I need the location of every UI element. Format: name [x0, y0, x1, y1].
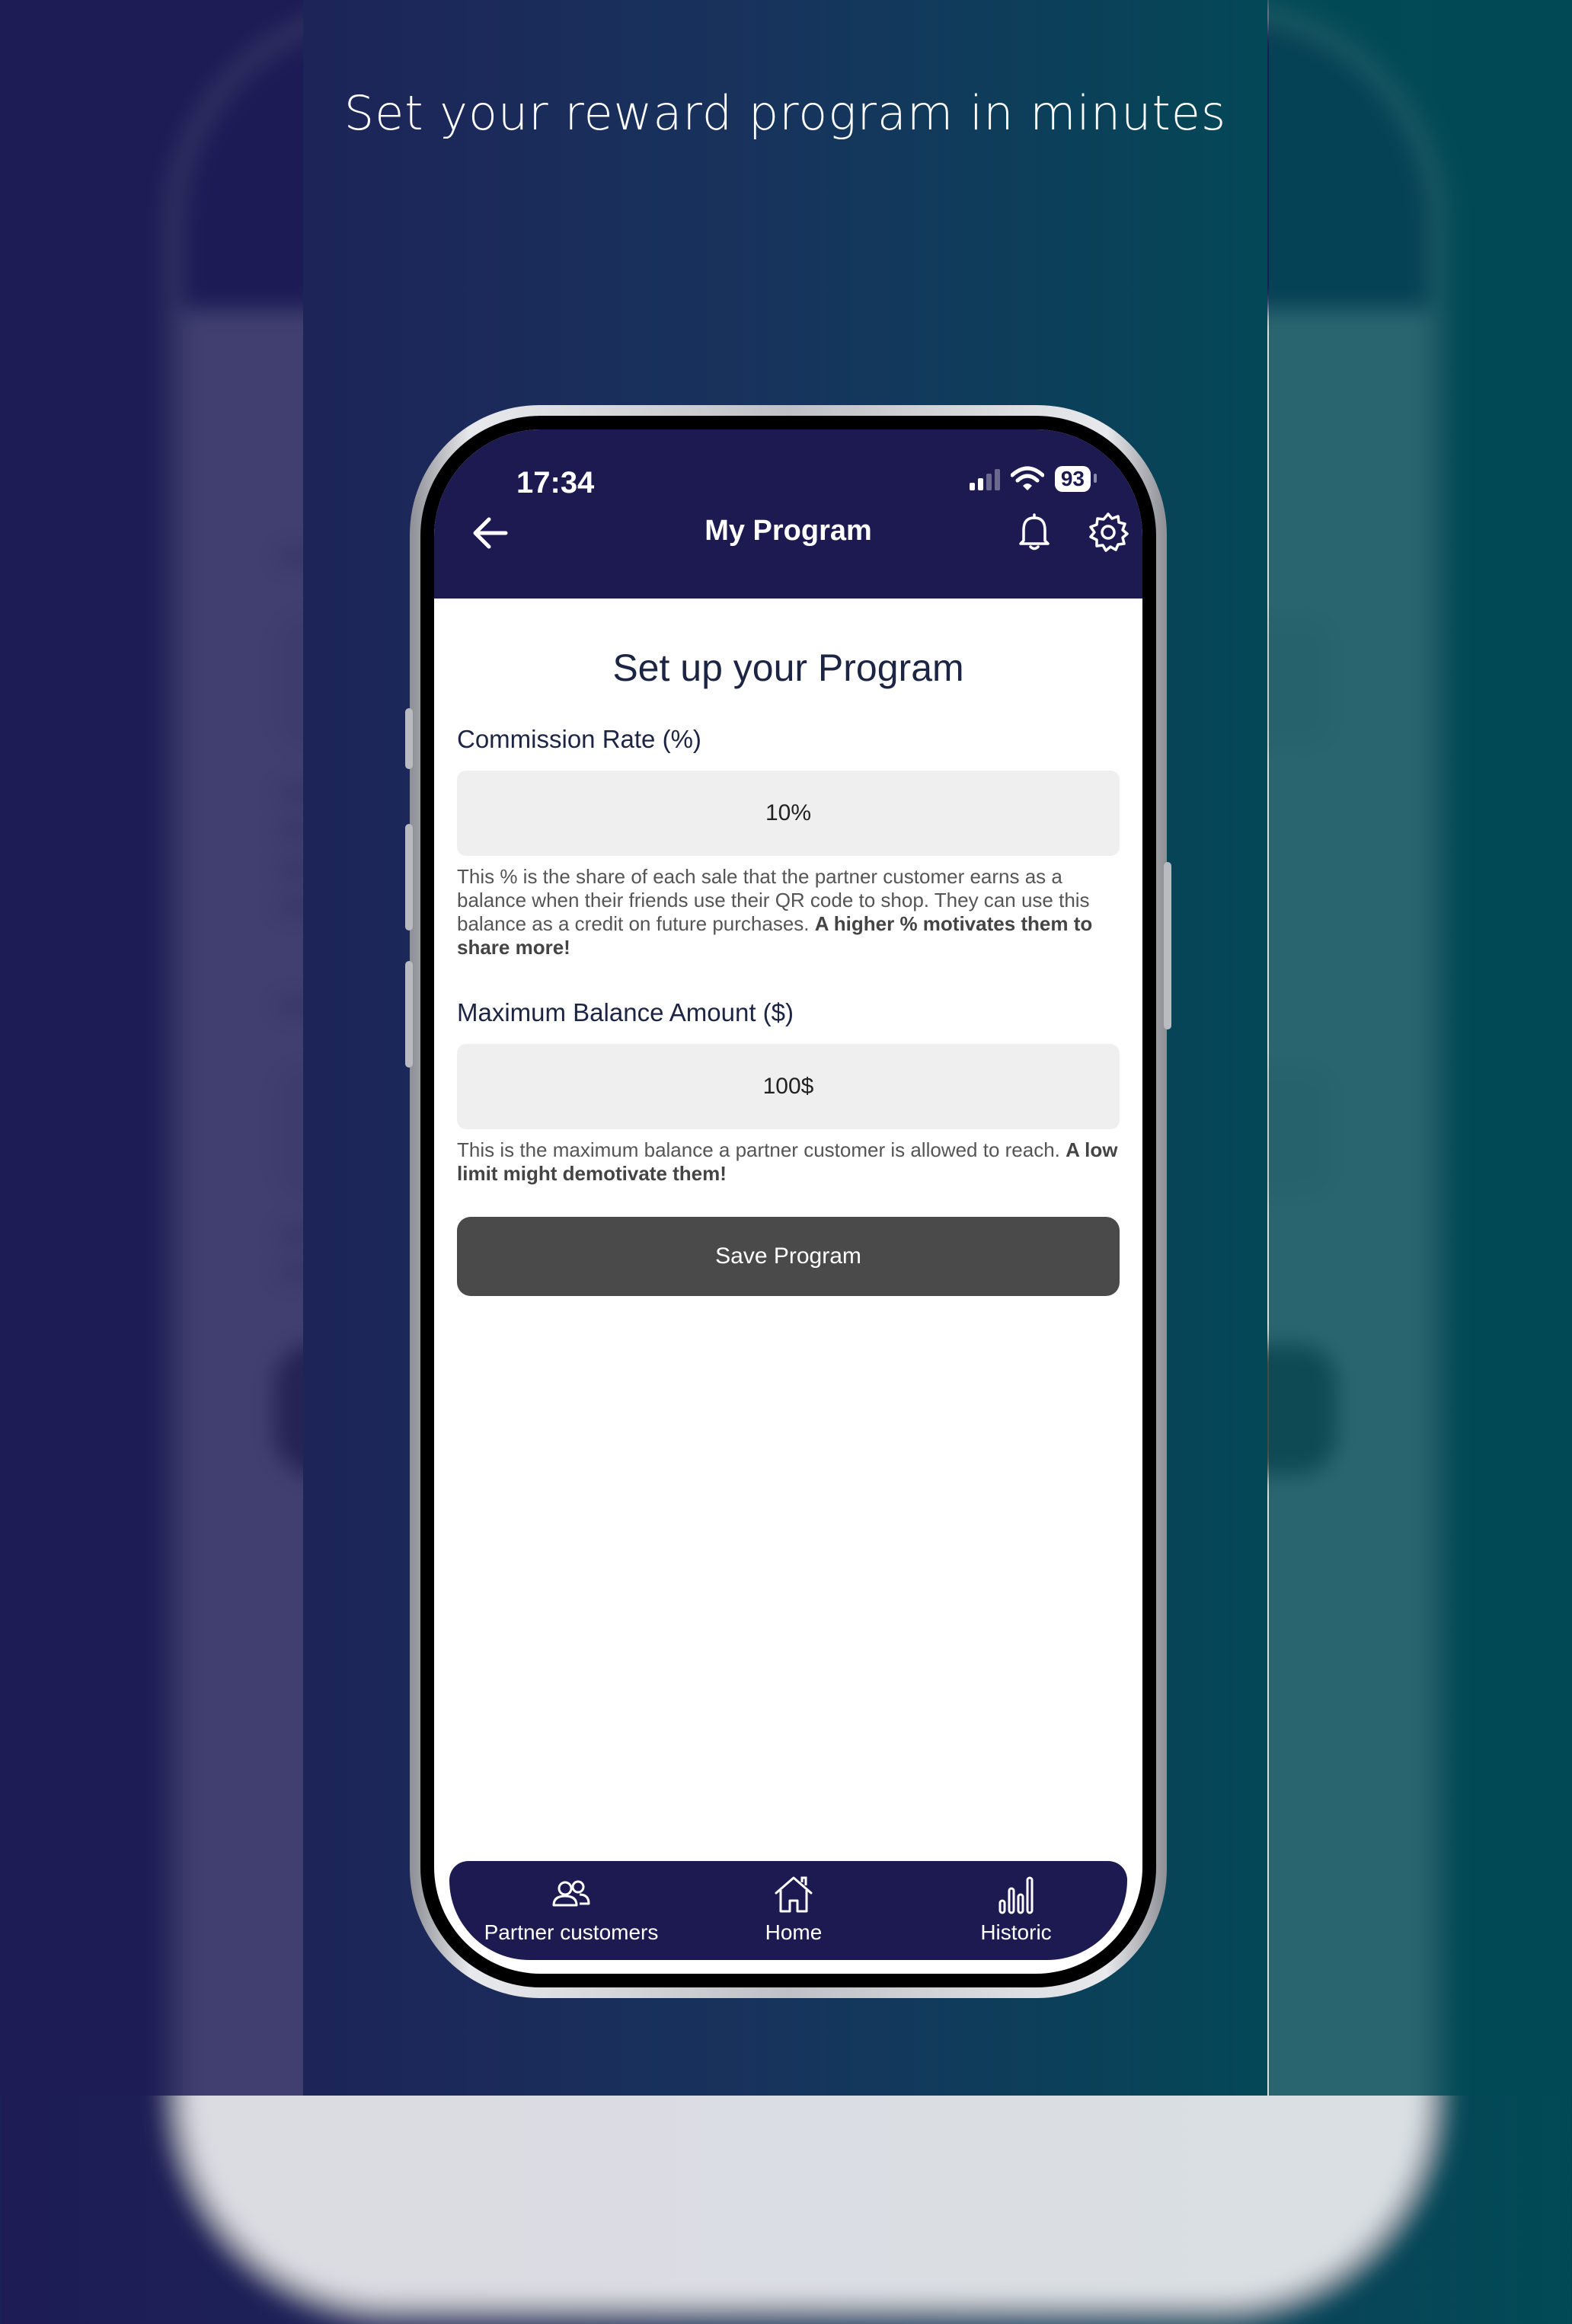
home-icon [775, 1876, 813, 1913]
phone-bezel: 17:34 93 My Program Set up your Program … [420, 416, 1156, 1987]
tab-partner-customers[interactable]: Partner customers [449, 1872, 693, 1945]
bell-icon[interactable] [1013, 510, 1056, 553]
commission-rate-input[interactable] [457, 771, 1120, 856]
max-balance-input[interactable] [457, 1044, 1120, 1129]
status-icons: 93 [969, 466, 1098, 492]
tab-label: Historic [980, 1920, 1052, 1944]
max-balance-help: This is the maximum balance a partner cu… [457, 1138, 1118, 1185]
commission-rate-label: Commission Rate (%) [457, 725, 701, 753]
background-shade-right [1269, 0, 1572, 2096]
users-icon [552, 1880, 590, 1907]
bar-chart-icon [998, 1876, 1034, 1914]
gear-icon[interactable] [1086, 510, 1130, 554]
tab-home[interactable]: Home [672, 1872, 915, 1945]
tab-label: Partner customers [484, 1920, 659, 1944]
page-title: Set up your Program [612, 646, 964, 689]
phone-button [405, 708, 413, 769]
phone-button [405, 961, 413, 1068]
background-shade-left [0, 0, 303, 2096]
phone-screen: 17:34 93 My Program Set up your Program … [434, 429, 1142, 1974]
battery-indicator: 93 [1054, 466, 1098, 492]
tab-label: Home [765, 1920, 823, 1944]
phone-frame: 17:34 93 My Program Set up your Program … [405, 405, 1171, 1998]
max-balance-label: Maximum Balance Amount ($) [457, 998, 794, 1026]
commission-rate-help: This % is the share of each sale that th… [457, 865, 1093, 959]
bottom-tab-bar: Partner customers Home Historic [449, 1861, 1127, 1960]
wifi-icon [1010, 466, 1044, 490]
status-time: 17:34 [516, 466, 595, 500]
app-header: 17:34 93 My Program [434, 429, 1142, 599]
signal-icon [969, 468, 1000, 490]
save-program-button[interactable]: Save Program [457, 1217, 1120, 1296]
tab-historic[interactable]: Historic [894, 1872, 1138, 1945]
phone-button [1164, 862, 1171, 1030]
headline: Set your reward program in minutes [343, 85, 1227, 141]
phone-button [405, 824, 413, 931]
